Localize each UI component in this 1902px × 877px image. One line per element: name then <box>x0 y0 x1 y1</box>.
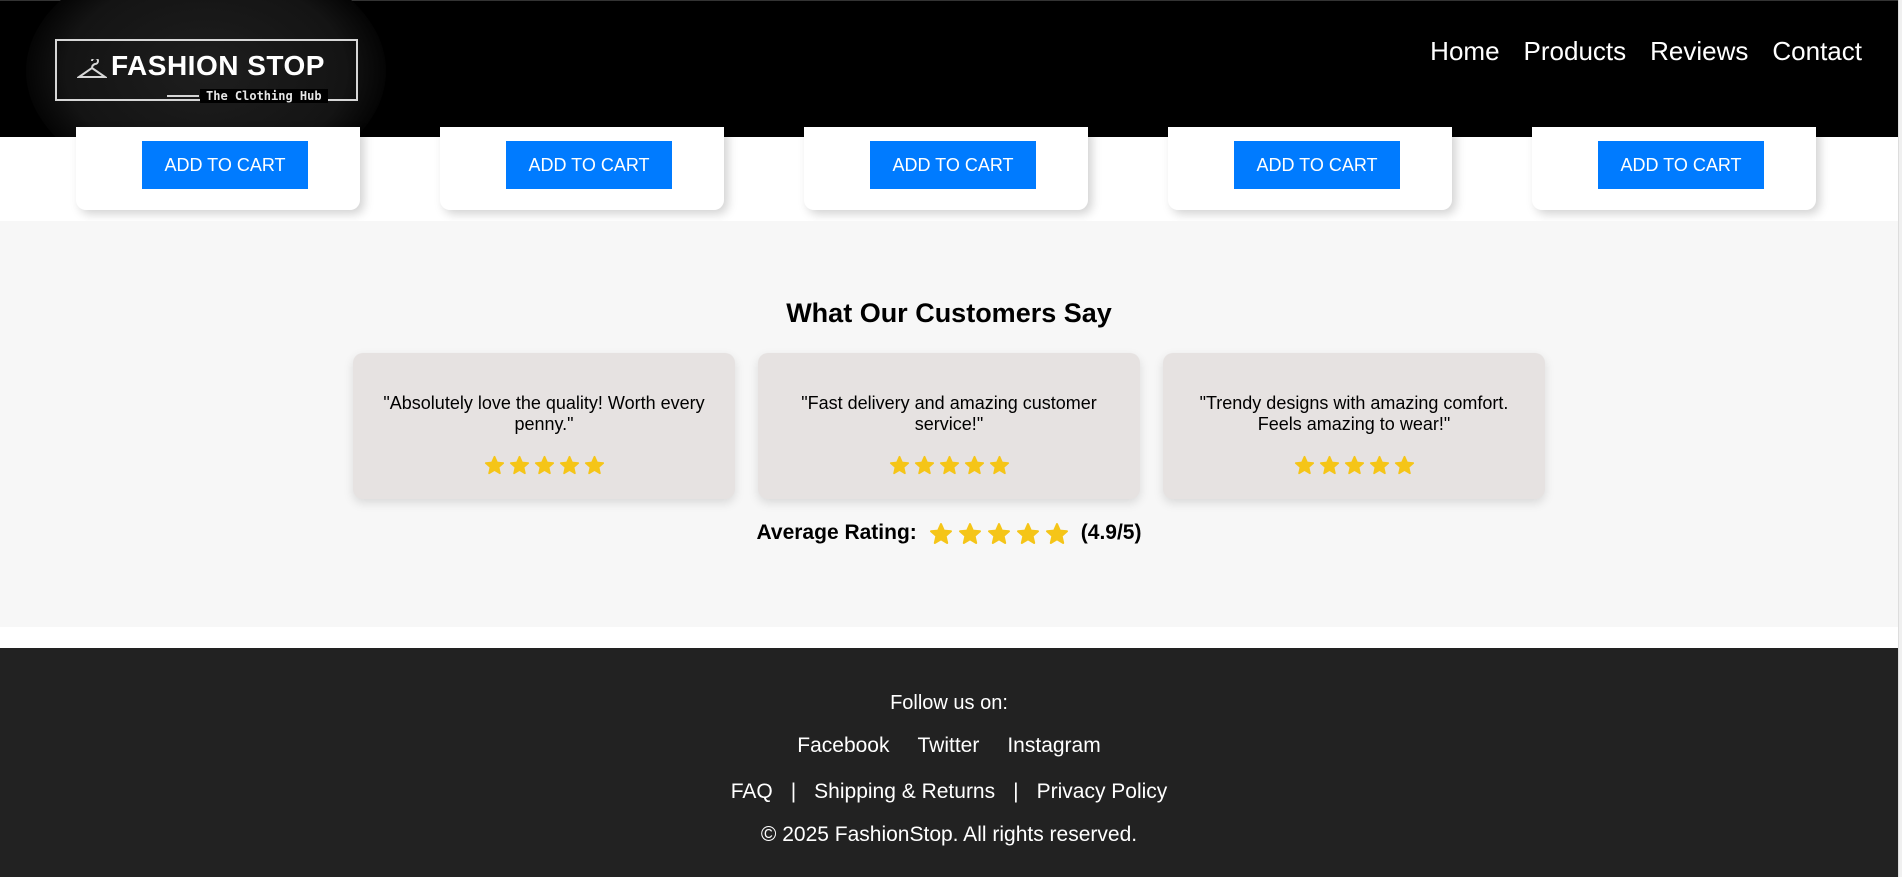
footer-links: FAQ | Shipping & Returns | Privacy Polic… <box>0 780 1898 804</box>
brand-tagline: The Clothing Hub <box>200 89 328 103</box>
social-links: Facebook Twitter Instagram <box>0 734 1898 758</box>
star-icon <box>484 455 504 475</box>
logo[interactable]: FASHION STOP The Clothing Hub <box>55 39 358 103</box>
product-card: ADD TO CART <box>440 127 724 210</box>
star-icon <box>1294 455 1314 475</box>
link-separator: | <box>1013 780 1019 803</box>
star-icon <box>964 455 984 475</box>
nav-products[interactable]: Products <box>1524 35 1627 67</box>
add-to-cart-button[interactable]: ADD TO CART <box>142 141 308 189</box>
star-icon <box>559 455 579 475</box>
average-rating: Average Rating: (4.9/5) <box>0 521 1898 545</box>
star-icon <box>989 455 1009 475</box>
privacy-policy-link[interactable]: Privacy Policy <box>1037 780 1168 804</box>
star-icon <box>509 455 529 475</box>
product-card: ADD TO CART <box>1168 127 1452 210</box>
link-separator: | <box>790 780 797 803</box>
reviews-title: What Our Customers Say <box>786 298 1112 328</box>
shipping-returns-link[interactable]: Shipping & Returns <box>814 780 995 804</box>
nav-reviews[interactable]: Reviews <box>1650 35 1748 67</box>
review-text: "Fast delivery and amazing customer serv… <box>801 393 1097 434</box>
product-card: ADD TO CART <box>804 127 1088 210</box>
review-text: "Trendy designs with amazing comfort. Fe… <box>1199 393 1509 434</box>
nav-home[interactable]: Home <box>1430 35 1499 67</box>
copyright: © 2025 FashionStop. All rights reserved. <box>760 823 1138 846</box>
review-text: "Absolutely love the quality! Worth ever… <box>383 393 705 434</box>
product-card: ADD TO CART <box>1532 127 1816 210</box>
page-scrollbar[interactable] <box>1898 0 1902 877</box>
facebook-link[interactable]: Facebook <box>797 734 889 758</box>
star-icon <box>584 455 604 475</box>
star-icon <box>1369 455 1389 475</box>
add-to-cart-button[interactable]: ADD TO CART <box>506 141 672 189</box>
star-rating <box>353 455 735 475</box>
star-icon <box>914 455 934 475</box>
star-icon <box>889 455 909 475</box>
star-icon <box>929 522 952 544</box>
star-icon <box>534 455 554 475</box>
main-nav: Home Products Reviews Contact <box>1430 35 1862 67</box>
review-card: "Fast delivery and amazing customer serv… <box>758 353 1140 499</box>
star-icon <box>987 522 1010 544</box>
reviews-section: What Our Customers Say "Absolutely love … <box>0 221 1898 627</box>
add-to-cart-button[interactable]: ADD TO CART <box>1234 141 1400 189</box>
product-card: ADD TO CART <box>76 127 360 210</box>
follow-label: Follow us on: <box>890 692 1008 714</box>
instagram-link[interactable]: Instagram <box>1007 734 1100 758</box>
star-icon <box>1319 455 1339 475</box>
brand-name: FASHION STOP <box>111 50 325 81</box>
review-card: "Absolutely love the quality! Worth ever… <box>353 353 735 499</box>
hanger-icon <box>77 59 107 78</box>
star-rating <box>758 455 1140 475</box>
review-card: "Trendy designs with amazing comfort. Fe… <box>1163 353 1545 499</box>
average-rating-label: Average Rating: <box>756 521 917 544</box>
site-header: FASHION STOP The Clothing Hub Home Produ… <box>0 0 1898 191</box>
site-footer: Follow us on: Facebook Twitter Instagram… <box>0 648 1898 877</box>
average-rating-value: (4.9/5) <box>1080 521 1142 544</box>
star-icon <box>1394 455 1414 475</box>
star-icon <box>1344 455 1364 475</box>
add-to-cart-button[interactable]: ADD TO CART <box>870 141 1036 189</box>
star-rating <box>1163 455 1545 475</box>
star-icon <box>1045 522 1068 544</box>
products-section: ADD TO CART ADD TO CART ADD TO CART ADD … <box>0 127 1898 221</box>
twitter-link[interactable]: Twitter <box>918 734 980 758</box>
star-icon <box>958 522 981 544</box>
star-icon <box>1016 522 1039 544</box>
nav-contact[interactable]: Contact <box>1772 35 1862 67</box>
star-icon <box>939 455 959 475</box>
add-to-cart-button[interactable]: ADD TO CART <box>1598 141 1764 189</box>
logo-divider <box>167 95 199 97</box>
average-star-rating <box>929 522 1069 545</box>
faq-link[interactable]: FAQ <box>731 780 773 804</box>
